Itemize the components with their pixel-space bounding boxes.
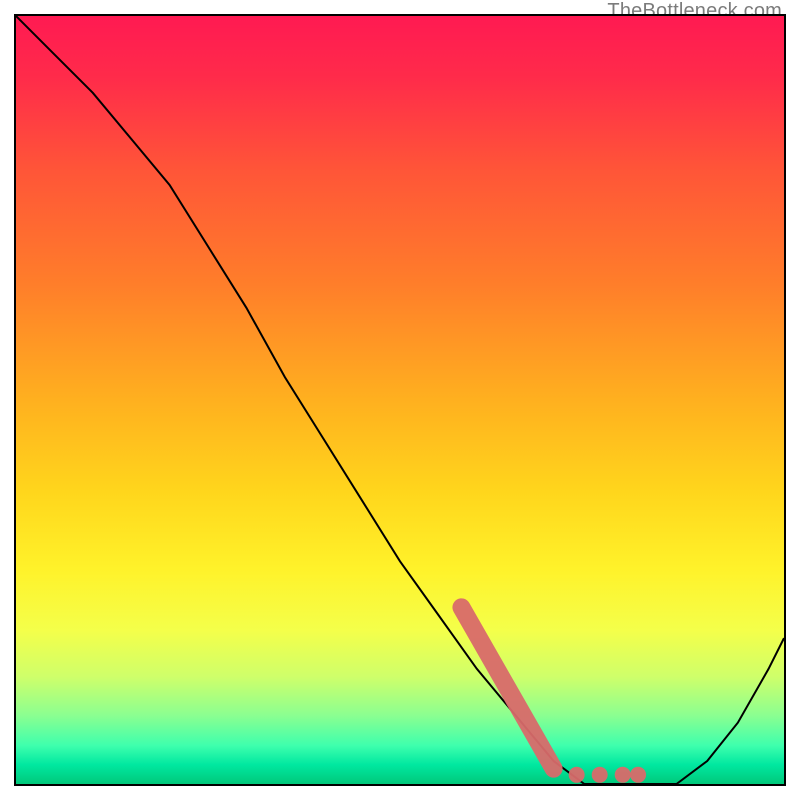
chart-svg <box>16 16 784 784</box>
plot-area <box>14 14 786 786</box>
gradient-background <box>16 16 784 784</box>
chart-frame: TheBottleneck.com <box>0 0 800 800</box>
